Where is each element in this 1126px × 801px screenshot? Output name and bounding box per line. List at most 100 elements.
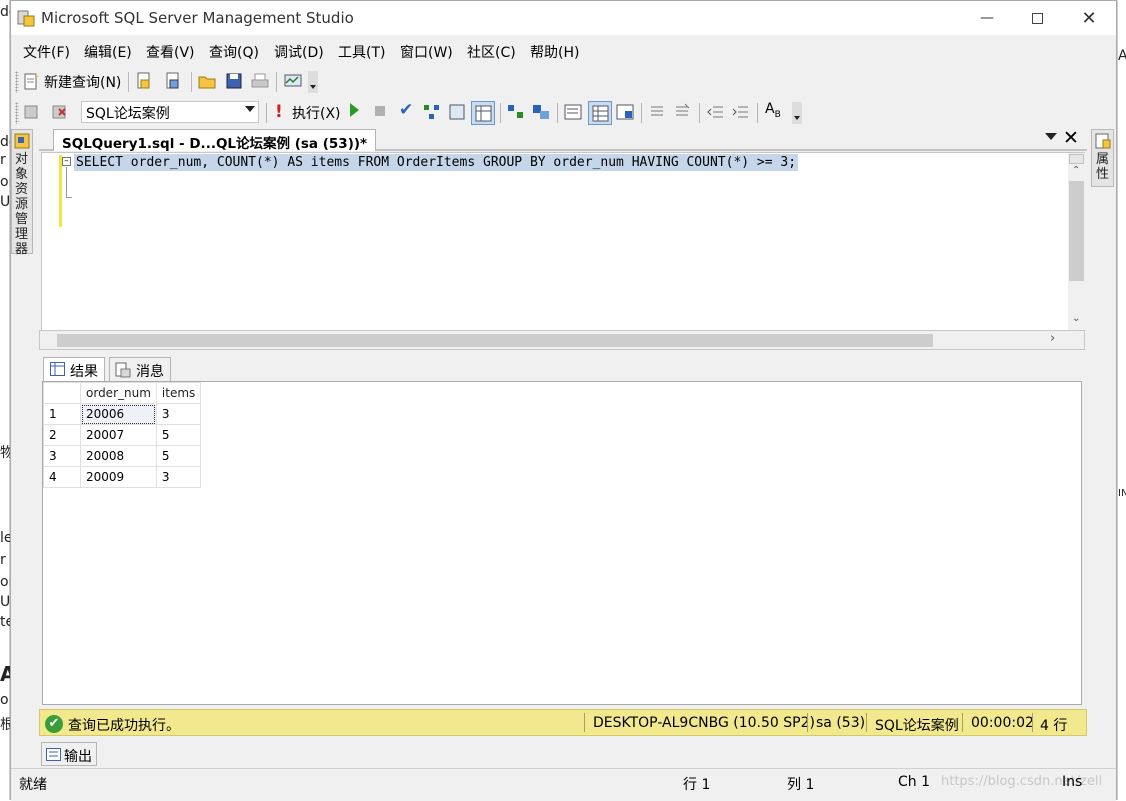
separator <box>266 103 267 123</box>
parse-checkmark-icon[interactable]: ✔ <box>399 100 413 120</box>
activity-monitor-icon[interactable] <box>284 72 302 90</box>
split-handle[interactable] <box>1069 154 1084 164</box>
bg-text: r <box>0 552 6 568</box>
sql-text[interactable]: SELECT order_num, COUNT(*) AS items FROM… <box>74 154 799 171</box>
scroll-up-icon[interactable]: ⌃ <box>1072 165 1080 176</box>
debug-play-icon[interactable] <box>350 103 359 117</box>
available-databases-select[interactable]: SQL论坛案例 <box>81 101 259 123</box>
properties-label: 属性 <box>1096 152 1110 182</box>
tab-messages-label: 消息 <box>136 364 164 380</box>
include-actual-plan-icon[interactable] <box>507 103 525 121</box>
menu-edit[interactable]: 编辑(E) <box>84 42 132 62</box>
results-grid[interactable]: order_num items 1 20006 3 2 20007 5 3 20… <box>42 381 1082 705</box>
maximize-icon <box>1031 12 1043 24</box>
open-folder-icon[interactable] <box>198 72 216 90</box>
results-to-file-icon[interactable] <box>616 103 634 121</box>
row-number[interactable]: 3 <box>43 445 81 467</box>
cell-order-num[interactable]: 20009 <box>80 466 157 488</box>
row-number[interactable]: 2 <box>43 424 81 446</box>
separator <box>641 103 642 123</box>
execute-icon: ! <box>275 102 283 122</box>
close-document-icon[interactable]: ✕ <box>1063 127 1079 149</box>
editor-horizontal-scrollbar[interactable]: › <box>39 330 1085 350</box>
display-plan-icon[interactable] <box>423 103 441 121</box>
new-query-button[interactable]: 新建查询(N) <box>23 71 121 93</box>
menu-help[interactable]: 帮助(H) <box>530 42 579 62</box>
menu-window[interactable]: 窗口(W) <box>400 42 453 62</box>
comment-lines-icon[interactable] <box>648 103 666 121</box>
cell-items[interactable]: 5 <box>155 445 202 467</box>
properties-dock-tab[interactable]: 属性 <box>1091 129 1114 187</box>
row-number[interactable]: 1 <box>43 403 81 425</box>
client-statistics-icon[interactable] <box>532 103 550 121</box>
row-header-corner[interactable] <box>43 382 81 404</box>
tab-messages[interactable]: 消息 <box>109 357 171 381</box>
separator <box>1032 713 1033 732</box>
close-button[interactable]: ✕ <box>1063 1 1115 35</box>
cancel-stop-icon[interactable] <box>375 106 385 116</box>
table-row: 3 20008 5 <box>43 445 202 467</box>
separator <box>191 72 192 92</box>
scroll-right-icon[interactable]: › <box>1050 331 1055 346</box>
column-header[interactable]: items <box>155 382 202 404</box>
query-options-icon[interactable] <box>448 103 466 121</box>
editor-vertical-scrollbar[interactable]: ⌃ ⌄ <box>1068 153 1085 333</box>
execute-button[interactable]: ! 执行(X) <box>275 102 357 124</box>
vertical-scroll-thumb[interactable] <box>1069 181 1084 281</box>
results-to-text-icon[interactable] <box>564 103 582 121</box>
menu-tools[interactable]: 工具(T) <box>338 42 385 62</box>
minimize-button[interactable]: — <box>961 1 1013 35</box>
cell-items[interactable]: 5 <box>155 424 202 446</box>
cell-order-num[interactable]: 20008 <box>80 445 157 467</box>
column-header[interactable]: order_num <box>80 382 157 404</box>
menu-debug[interactable]: 调试(D) <box>274 42 324 62</box>
menu-query[interactable]: 查询(Q) <box>209 42 259 62</box>
results-grid-toggle[interactable] <box>588 101 612 125</box>
tab-results[interactable]: 结果 <box>43 357 105 381</box>
uncomment-lines-icon[interactable] <box>673 103 691 121</box>
specify-template-values-icon[interactable]: AB <box>765 101 781 120</box>
query-document-tab[interactable]: SQLQuery1.sql - D...QL论坛案例 (sa (53))* <box>53 129 377 152</box>
cell-items[interactable]: 3 <box>155 466 202 488</box>
separator <box>557 103 558 123</box>
cell-order-num[interactable]: 20007 <box>80 424 157 446</box>
scroll-down-icon[interactable]: ⌄ <box>1072 313 1080 324</box>
output-tab[interactable]: 输出 <box>41 742 97 766</box>
bg-text: IN <box>1118 488 1126 499</box>
horizontal-scroll-thumb[interactable] <box>57 334 933 347</box>
database-engine-query-icon[interactable] <box>135 72 153 90</box>
grid-results-icon <box>50 362 65 376</box>
change-connection-icon[interactable] <box>51 103 69 121</box>
connect-icon[interactable] <box>23 103 41 121</box>
toolbar-grip[interactable] <box>15 71 19 93</box>
sql-editor[interactable]: – SELECT order_num, COUNT(*) AS items FR… <box>41 152 1085 334</box>
ssms-app-icon <box>17 10 35 27</box>
decrease-indent-icon[interactable] <box>707 103 725 121</box>
separator <box>128 72 129 92</box>
results-to-grid-button[interactable] <box>471 101 495 125</box>
analysis-query-icon[interactable] <box>164 72 182 90</box>
row-number[interactable]: 4 <box>43 466 81 488</box>
editor-gutter <box>42 153 60 333</box>
maximize-button[interactable] <box>1011 1 1063 35</box>
cell-order-num[interactable]: 20006 <box>80 403 157 425</box>
toolbar-overflow-button[interactable] <box>792 102 802 124</box>
print-icon[interactable] <box>251 72 269 90</box>
chevron-down-icon <box>794 116 800 120</box>
grid-icon <box>592 105 609 122</box>
menu-view[interactable]: 查看(V) <box>146 42 195 62</box>
menu-community[interactable]: 社区(C) <box>467 42 516 62</box>
cell-items[interactable]: 3 <box>155 403 202 425</box>
collapse-toggle-icon[interactable]: – <box>62 157 71 166</box>
separator <box>276 72 277 92</box>
object-explorer-dock-tab[interactable]: 对象资源管理器 <box>11 129 33 257</box>
save-icon[interactable] <box>225 72 243 90</box>
toolbar-overflow-button[interactable] <box>308 71 318 93</box>
increase-indent-icon[interactable] <box>732 103 750 121</box>
server-name: DESKTOP-AL9CNBG (10.50 SP2) <box>593 715 815 731</box>
tab-list-dropdown-icon[interactable] <box>1045 133 1057 140</box>
menu-file[interactable]: 文件(F) <box>23 42 70 62</box>
toolbar-grip[interactable] <box>15 102 19 124</box>
output-icon <box>46 748 61 761</box>
column-indicator: 列 1 <box>787 777 815 793</box>
